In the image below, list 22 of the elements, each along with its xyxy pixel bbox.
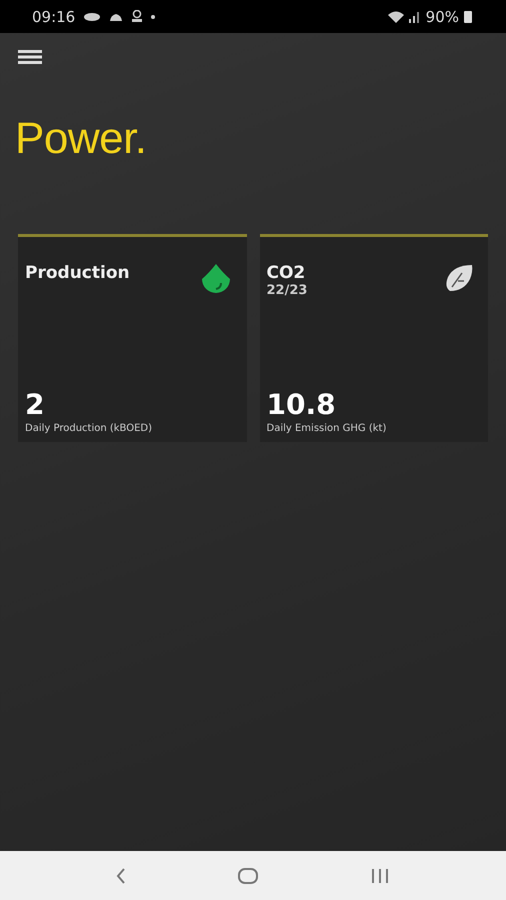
battery-percent: 90% [426,8,459,26]
metric-caption: Daily Production (kBOED) [25,423,154,434]
card-subtitle: 22/23 [266,283,308,298]
back-icon[interactable] [116,868,126,884]
signal-icon [408,10,421,22]
menu-icon[interactable] [18,50,42,64]
metric-card[interactable]: Production 2 Daily Production (kBOED) [18,234,246,442]
wifi-icon [388,10,404,22]
person-icon [131,10,144,23]
card-title: CO2 [266,263,306,283]
metric-caption: Daily Emission GHG (kt) [266,423,388,434]
card-title: Production [25,263,130,283]
dot-icon [151,14,156,18]
battery-icon [464,10,472,22]
metric-value: 10.8 [266,390,337,421]
leaf-icon [444,263,474,293]
recent-apps-icon[interactable] [370,868,390,884]
status-time: 09:16 [32,8,76,26]
metric-card[interactable]: CO2 22/23 10.8 Daily Emission GHG (kt) [260,234,488,442]
metric-value: 2 [25,390,46,421]
home-icon[interactable] [238,868,258,884]
app-logo: Power. [15,114,148,164]
